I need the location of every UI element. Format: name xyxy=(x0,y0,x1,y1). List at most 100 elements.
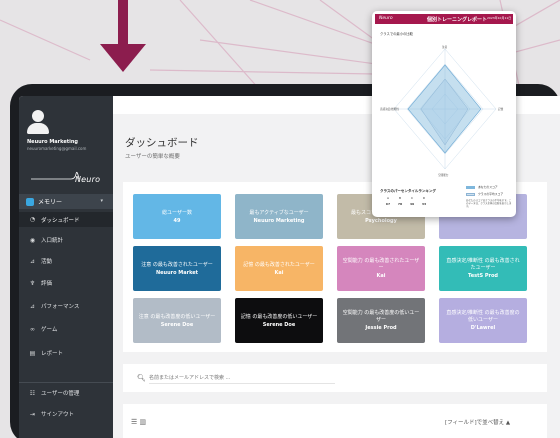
sidebar-item-activity[interactable]: ⊿ 活動 xyxy=(28,257,53,266)
sidebar-item-reports[interactable]: ▤ レポート xyxy=(28,349,64,358)
stat-card-title: 空間能力 の最も改善されたユーザー xyxy=(342,258,420,271)
sidebar-item-label: ゲーム xyxy=(41,327,58,333)
page-subtitle: ユーザーの簡単な概要 xyxy=(125,154,180,160)
ranking-headers: A B C D xyxy=(382,196,430,200)
users-icon: ☷ xyxy=(29,389,36,397)
stat-card[interactable]: 直感決定/推断性 の最も改善されたユーザー TestS Prod xyxy=(439,246,527,291)
bar-chart-icon: ⊿ xyxy=(29,257,36,265)
stat-card-title: 最もアクティブなユーザー xyxy=(249,209,309,216)
legend-label: クラスの平均スコア xyxy=(478,192,504,196)
gamepad-icon: ∞ xyxy=(30,325,35,333)
stat-card-title: 総ユーザー数 xyxy=(162,209,192,216)
ranking-header: D xyxy=(422,196,426,200)
ranking-title: クラスのパーセンタイルランキング xyxy=(380,189,436,193)
logout-icon: ⇥ xyxy=(29,410,36,418)
page-title: ダッシュボード xyxy=(125,137,199,149)
stat-card[interactable]: 直感決定/推断性 の最も改善度の低いユーザー D'Lawrel xyxy=(439,298,527,343)
user-list-panel: ☰ ▥ [フィールド]で並べ替え ▲ xyxy=(123,404,547,438)
sidebar-item-label: ダッシュボード xyxy=(41,217,80,224)
dashboard-icon: ◔ xyxy=(29,216,36,223)
profile-name: Neuuro Marketing xyxy=(27,139,78,145)
stat-card-title: 直感決定/推断性 の最も改善されたユーザー xyxy=(446,258,520,271)
ranking-values: 67 78 49 33 xyxy=(382,202,430,206)
sidebar-item-demographics[interactable]: ◉ 入口統計 xyxy=(28,236,64,245)
search-input[interactable] xyxy=(149,372,335,384)
chevron-down-icon: ▾ xyxy=(100,198,103,204)
legend-swatch-icon xyxy=(466,185,475,189)
report-note: あなたのスコアはクラスの平均を示す。このデータは、クラス全体の比較を表示します。 xyxy=(466,199,512,208)
ranking-header: A xyxy=(386,196,390,200)
trophy-icon: ♆ xyxy=(29,279,36,287)
chart-icon: ◉ xyxy=(29,236,36,244)
stat-card-title: 注意 の最も改善度の低いユーザー xyxy=(138,313,216,320)
sidebar-item-dashboard[interactable]: ◔ ダッシュボード xyxy=(19,212,113,227)
training-report-preview: Neuro 個別トレーニングレポート 2023年10月11日 クラスでの最小の比… xyxy=(372,11,516,217)
memory-icon xyxy=(26,197,34,206)
stat-card-value: Serene Doe xyxy=(160,321,194,328)
legend-label: あなたのスコア xyxy=(478,185,498,189)
ranking-value: 49 xyxy=(409,202,415,206)
ranking-value: 67 xyxy=(385,202,391,206)
sidebar-menu-label: メモリー xyxy=(38,199,63,206)
report-section-title: クラスでの最小の比較 xyxy=(380,32,413,36)
stat-card[interactable]: 記憶 の最も改善されたユーザー Kai xyxy=(235,246,323,291)
sidebar-item-sign-out[interactable]: ⇥ サインアウト xyxy=(28,410,75,419)
ranking-header: C xyxy=(410,196,414,200)
ranking-value: 78 xyxy=(397,202,403,206)
report-header: Neuro 個別トレーニングレポート 2023年10月11日 xyxy=(375,14,513,24)
stat-card-value: TestS Prod xyxy=(468,273,498,279)
ranking-header: B xyxy=(398,196,402,200)
report-logo: Neuro xyxy=(379,15,393,21)
sidebar-item-label: ユーザーの管理 xyxy=(41,391,80,397)
stat-card[interactable]: 記憶 の最も改善度の低いユーザー Serene Doe xyxy=(235,298,323,343)
stat-card-value: Kai xyxy=(376,273,386,279)
sidebar-item-label: 評価 xyxy=(41,281,53,287)
stat-card[interactable]: 空間能力 の最も改善度の低いユーザー Jessie Prod xyxy=(337,298,425,343)
sidebar-item-label: パフォーマンス xyxy=(41,304,80,310)
sidebar-item-label: 活動 xyxy=(41,259,53,265)
stat-card-value: Serene Doe xyxy=(262,321,296,328)
sidebar-item-performance[interactable]: ⊿ パフォーマンス xyxy=(28,302,80,311)
stat-card[interactable]: 空間能力 の最も改善されたユーザー Kai xyxy=(337,246,425,291)
sidebar-item-label: 入口統計 xyxy=(41,238,64,244)
stat-card-value: Psychology xyxy=(365,217,397,224)
report-date: 2023年10月11日 xyxy=(487,15,512,20)
sidebar-item-games[interactable]: ∞ ゲーム xyxy=(28,325,58,334)
legend-class-average: クラスの平均スコア xyxy=(466,192,503,196)
profile-email: neuuromarketing@gmail.com xyxy=(27,146,87,151)
sort-dropdown[interactable]: [フィールド]で並べ替え ▲ xyxy=(445,418,510,426)
sidebar-menu-memory[interactable]: メモリー ▾ xyxy=(19,194,113,209)
sidebar-item-user-management[interactable]: ☷ ユーザーの管理 xyxy=(28,389,80,398)
stat-card-value: Neuuro Market xyxy=(155,269,199,276)
stat-card[interactable]: 総ユーザー数 49 xyxy=(133,194,221,239)
stat-card[interactable]: 最もアクティブなユーザー Neuuro Marketing xyxy=(235,194,323,239)
stat-card-title: 直感決定/推断性 の最も改善度の低いユーザー xyxy=(446,310,520,323)
view-toggle[interactable]: ☰ ▥ xyxy=(131,418,146,426)
stat-card-value: Jessie Prod xyxy=(365,325,397,331)
sidebar-item-label: サインアウト xyxy=(41,412,75,418)
stat-card-title: 記憶 の最も改善度の低いユーザー xyxy=(240,313,318,320)
stat-card[interactable]: 注意 の最も改善されたユーザー Neuuro Market xyxy=(133,246,221,291)
radar-axis-label: 空間能力 xyxy=(438,174,449,177)
report-title: 個別トレーニングレポート xyxy=(427,16,488,23)
legend-your-score: あなたのスコア xyxy=(466,185,498,189)
stat-card[interactable]: 注意 の最も改善度の低いユーザー Serene Doe xyxy=(133,298,221,343)
search-panel: 🔍︎ xyxy=(123,364,547,392)
stat-card-value: Kai xyxy=(274,269,284,276)
radar-axis-label: 直感決定/推断性 xyxy=(380,108,400,111)
sidebar: Neuuro Marketing neuuromarketing@gmail.c… xyxy=(19,96,113,438)
avatar-head-icon xyxy=(32,110,44,122)
sidebar-item-label: レポート xyxy=(41,351,64,357)
radar-axis-label: 注意 xyxy=(442,46,448,49)
avatar-body-icon xyxy=(27,123,49,134)
ranking-value: 33 xyxy=(421,202,427,206)
radar-axis-label: 記憶 xyxy=(498,108,504,111)
legend-swatch-icon xyxy=(466,192,475,196)
document-icon: ▤ xyxy=(29,349,36,357)
radar-chart xyxy=(393,48,497,170)
stat-card-title: 記憶 の最も改善されたユーザー xyxy=(243,261,315,268)
line-chart-icon: ⊿ xyxy=(29,302,36,310)
logo: Neuro xyxy=(75,175,101,184)
sidebar-item-evaluation[interactable]: ♆ 評価 xyxy=(28,279,53,288)
stat-card-value: 49 xyxy=(173,217,181,224)
